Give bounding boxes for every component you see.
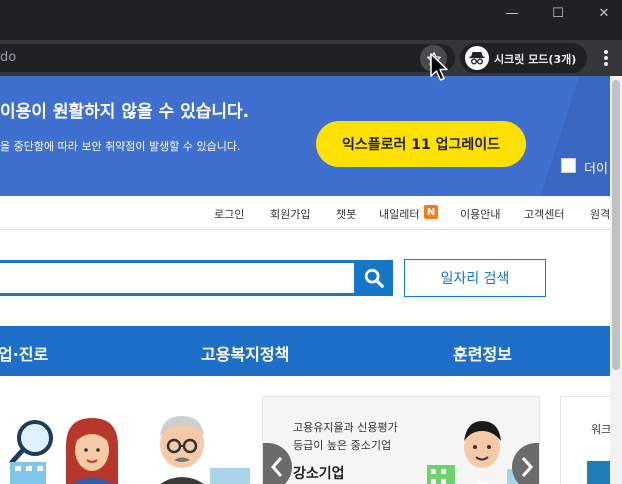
side-card-text: 워크 bbox=[591, 423, 610, 436]
incognito-indicator[interactable]: 시크릿 모드(3개) bbox=[460, 43, 587, 73]
menu-icon-dot bbox=[604, 56, 608, 60]
address-bar[interactable]: do bbox=[0, 44, 455, 72]
incognito-label: 시크릿 모드(3개) bbox=[494, 53, 577, 66]
banner-decoration bbox=[537, 76, 610, 196]
promo-line-2: 등급이 높은 중소기업 bbox=[293, 439, 392, 452]
main-content: 고용유지율과 신용평가 등급이 높은 중소기업 강소기업 워크 bbox=[0, 376, 610, 484]
promo-card-small-business[interactable]: 고용유지율과 신용평가 등급이 높은 중소기업 강소기업 bbox=[262, 396, 540, 484]
ie-warning-title: 이용이 원활하지 않을 수 있습니다. bbox=[0, 102, 250, 122]
browser-toolbar: do 시크릿 모드(3개) bbox=[0, 40, 622, 76]
ie-warning-banner: 이용이 원활하지 않을 수 있습니다. 을 중단함에 따라 보안 취약점이 발생… bbox=[0, 76, 610, 196]
dont-show-again-checkbox[interactable] bbox=[561, 158, 576, 173]
promo-title: 강소기업 bbox=[293, 466, 345, 482]
remote-support-link[interactable]: 원격 bbox=[590, 206, 610, 222]
chevron-left-icon bbox=[270, 457, 283, 477]
page-scrollbar[interactable] bbox=[610, 76, 622, 484]
menu-icon bbox=[604, 50, 608, 54]
promo-line-1: 고용유지율과 신용평가 bbox=[293, 421, 398, 434]
menu-icon-dot bbox=[604, 62, 608, 66]
people-illustration bbox=[9, 416, 250, 484]
side-card-work[interactable]: 워크 bbox=[560, 396, 610, 484]
incognito-icon bbox=[465, 46, 489, 70]
utility-links-bar: 로그인 회원가입 챗봇 내일레터 N 이용안내 고객센터 원격 bbox=[0, 196, 610, 230]
promo-prev-button[interactable] bbox=[263, 443, 292, 484]
nav-welfare-policy[interactable]: 고용복지정책 bbox=[201, 341, 289, 365]
nav-career[interactable]: 업·진로 bbox=[0, 341, 48, 365]
chevron-right-icon bbox=[521, 457, 534, 477]
new-badge: N bbox=[424, 205, 438, 219]
ie-upgrade-button[interactable]: 익스플로러 11 업그레이드 bbox=[316, 121, 526, 167]
newsletter-link[interactable]: 내일레터 bbox=[379, 206, 419, 222]
ie-warning-subtitle: 을 중단함에 따라 보안 취약점이 발생할 수 있습니다. bbox=[0, 140, 241, 153]
scrollbar-thumb[interactable] bbox=[612, 80, 620, 370]
chatbot-link[interactable]: 챗봇 bbox=[336, 206, 356, 222]
search-input[interactable] bbox=[0, 260, 354, 296]
customer-center-link[interactable]: 고객센터 bbox=[524, 206, 564, 222]
browser-title-bar: — ☐ ✕ bbox=[0, 0, 622, 40]
window-minimize-button[interactable]: — bbox=[490, 0, 534, 26]
main-navigation: 업·진로 고용복지정책 훈련정보 bbox=[0, 326, 610, 376]
window-maximize-button[interactable]: ☐ bbox=[536, 0, 580, 26]
page-viewport: 이용이 원활하지 않을 수 있습니다. 을 중단함에 따라 보안 취약점이 발생… bbox=[0, 76, 610, 484]
job-search-button[interactable]: 일자리 검색 bbox=[404, 259, 546, 297]
login-link[interactable]: 로그인 bbox=[214, 206, 244, 222]
search-button[interactable] bbox=[354, 260, 393, 296]
window-close-button[interactable]: ✕ bbox=[582, 0, 622, 26]
signup-link[interactable]: 회원가입 bbox=[270, 206, 310, 222]
address-text: do bbox=[0, 50, 17, 65]
side-card-image bbox=[587, 461, 610, 484]
guide-link[interactable]: 이용안내 bbox=[460, 206, 500, 222]
dont-show-again-label: 더이 bbox=[584, 162, 608, 177]
nav-training-info[interactable]: 훈련정보 bbox=[453, 341, 512, 365]
search-icon bbox=[364, 268, 384, 288]
cursor-icon bbox=[430, 53, 448, 81]
browser-menu-button[interactable] bbox=[597, 48, 615, 68]
